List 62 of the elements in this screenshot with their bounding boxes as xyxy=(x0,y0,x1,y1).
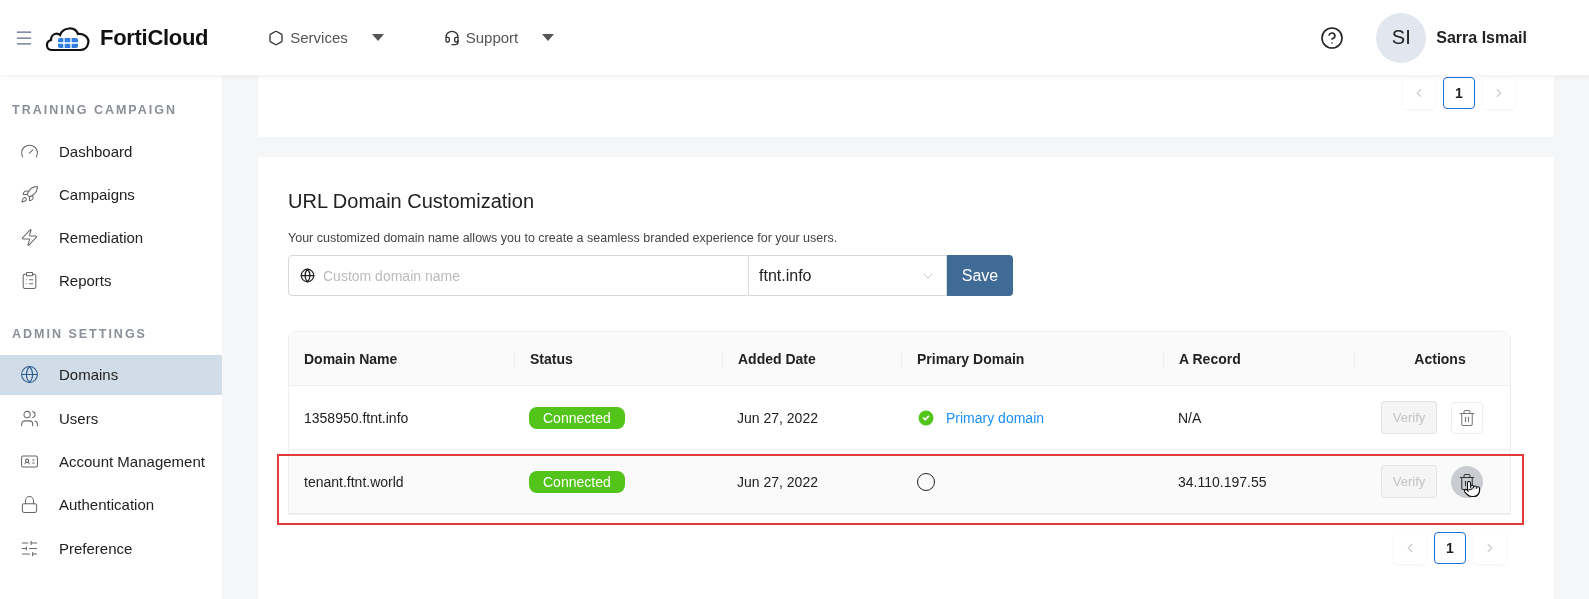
page-number-button[interactable]: 1 xyxy=(1434,532,1466,564)
hexagon-icon xyxy=(268,29,285,46)
sidebar-item[interactable]: Domains xyxy=(0,354,222,395)
status-tag: Connected xyxy=(529,406,625,429)
sidebar-item[interactable]: Reports xyxy=(0,260,222,301)
sidebar-item[interactable]: Account Management xyxy=(0,441,222,482)
nav-menu[interactable]: Support xyxy=(443,29,555,46)
sidebar-item[interactable]: Preference xyxy=(0,528,222,569)
sidebar-label: Users xyxy=(59,409,99,427)
clipboard-icon xyxy=(20,271,39,291)
table-cell-text: 34.110.197.55 xyxy=(1177,473,1268,490)
status-tag: Connected xyxy=(529,470,625,493)
rocket-icon xyxy=(20,184,39,204)
column-header: Actions xyxy=(1354,350,1510,367)
sliders-icon xyxy=(20,538,39,558)
sidebar-item[interactable]: Remediation xyxy=(0,217,222,258)
nav-menu[interactable]: Services xyxy=(268,29,384,46)
delete-button[interactable] xyxy=(1451,465,1483,498)
table-cell-text: Jun 27, 2022 xyxy=(736,409,819,426)
domain-input-field[interactable]: Custom domain name xyxy=(288,255,749,296)
table-cell-text: Jun 27, 2022 xyxy=(736,473,819,490)
sidebar-label: Authentication xyxy=(59,496,155,514)
sidebar-item[interactable]: Authentication xyxy=(0,484,222,525)
globe-icon xyxy=(300,268,315,283)
card-title: URL Domain Customization xyxy=(288,190,535,213)
users-icon xyxy=(20,408,39,428)
help-icon[interactable] xyxy=(1320,25,1345,50)
card-description: Your customized domain name allows you to create a seamless branded experience for your users. xyxy=(288,231,839,245)
section-title: TRAINING CAMPAIGN xyxy=(11,103,178,117)
globe-icon xyxy=(20,365,39,385)
column-header: Added Date xyxy=(722,350,901,367)
column-header: A Record xyxy=(1163,350,1354,367)
column-header: Status xyxy=(514,350,722,367)
sidebar-label: Reports xyxy=(59,272,112,290)
sidebar-label: Domains xyxy=(59,366,119,384)
column-header: Domain Name xyxy=(303,350,399,367)
sidebar-label: Dashboard xyxy=(59,142,133,160)
brand-name: FortiCloud xyxy=(100,24,209,51)
sidebar-item[interactable]: Campaigns xyxy=(0,174,222,215)
table-cell-text: 1358950.ftnt.info xyxy=(303,409,410,426)
id-card-icon xyxy=(20,452,39,471)
page-number-button[interactable]: 1 xyxy=(1443,77,1475,109)
avatar[interactable]: SI xyxy=(1376,12,1427,63)
sidebar-label: Campaigns xyxy=(59,185,135,203)
table-cell-text: tenant.ftnt.world xyxy=(303,473,405,490)
table-cell-text: N/A xyxy=(1177,409,1203,426)
sidebar-item[interactable]: Users xyxy=(0,398,222,439)
column-header: Primary Domain xyxy=(901,350,1163,367)
sidebar-label: Preference xyxy=(59,539,133,557)
trash-icon xyxy=(1458,472,1476,491)
lock-icon xyxy=(20,495,39,515)
hand-cursor-icon xyxy=(1463,479,1481,498)
headset-icon xyxy=(443,29,460,46)
lightning-icon xyxy=(20,228,39,248)
domain-suffix-select[interactable]: ftnt.info xyxy=(749,255,947,296)
user-name: Sarra Ismail xyxy=(1436,28,1527,47)
section-title: ADMIN SETTINGS xyxy=(11,326,148,341)
save-button[interactable]: Save xyxy=(947,255,1013,296)
sidebar-label: Remediation xyxy=(59,229,144,247)
sidebar-item[interactable]: Dashboard xyxy=(0,131,222,171)
sidebar-label: Account Management xyxy=(59,453,205,470)
trash-icon xyxy=(1458,408,1476,427)
